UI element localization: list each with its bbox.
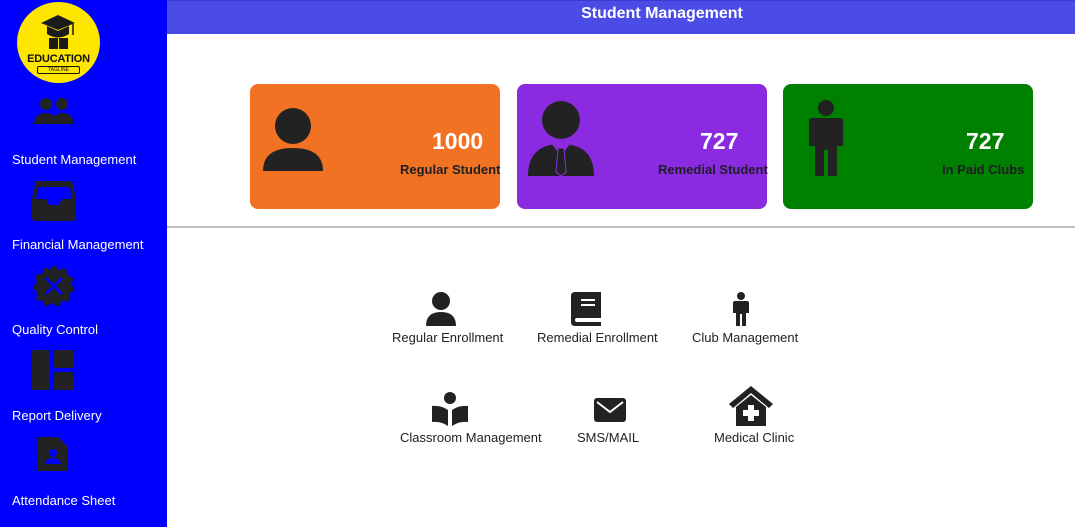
action-medical-clinic[interactable]: Medical Clinic bbox=[712, 386, 802, 448]
page-title: Student Management bbox=[581, 5, 743, 22]
page-header: Student Management bbox=[167, 0, 1075, 34]
stat-value: 1000 bbox=[432, 128, 484, 154]
action-regular-enrollment[interactable]: Regular Enrollment bbox=[390, 292, 508, 348]
brand-tagline: TAGLINE bbox=[37, 66, 80, 74]
clinic-icon bbox=[729, 386, 773, 426]
stat-value: 727 bbox=[700, 128, 739, 154]
action-sms-mail[interactable]: SMS/MAIL bbox=[575, 392, 645, 448]
envelope-icon bbox=[594, 398, 626, 422]
user-tie-icon bbox=[528, 101, 594, 176]
male-icon bbox=[733, 292, 749, 326]
stat-label: In Paid Clubs bbox=[942, 162, 1025, 177]
sidebar-item-label: Student Management bbox=[12, 152, 137, 167]
sidebar-item-attendance-sheet[interactable]: Attendance Sheet bbox=[0, 435, 167, 519]
user-icon bbox=[263, 108, 323, 171]
sidebar-item-label: Financial Management bbox=[12, 237, 144, 252]
male-icon bbox=[809, 100, 843, 176]
stat-label: Remedial Student bbox=[658, 162, 768, 177]
sidebar-item-student-management[interactable]: Student Management bbox=[0, 94, 167, 178]
action-remedial-enrollment[interactable]: Remedial Enrollment bbox=[535, 292, 663, 348]
action-label: Remedial Enrollment bbox=[537, 330, 658, 345]
section-divider bbox=[167, 226, 1075, 228]
sidebar-item-report-delivery[interactable]: Report Delivery bbox=[0, 350, 167, 434]
sidebar-item-label: Quality Control bbox=[12, 322, 98, 337]
action-classroom-management[interactable]: Classroom Management bbox=[398, 392, 548, 448]
stat-label: Regular Student bbox=[400, 162, 501, 177]
user-icon bbox=[426, 292, 456, 326]
sidebar: EDUCATION TAGLINE Student Management Fin… bbox=[0, 0, 167, 527]
action-club-management[interactable]: Club Management bbox=[690, 292, 805, 348]
stat-value: 727 bbox=[966, 128, 1005, 154]
stat-card-regular-student[interactable]: 1000 Regular Student bbox=[250, 84, 500, 209]
action-label: SMS/MAIL bbox=[577, 430, 640, 445]
sidebar-item-quality-control[interactable]: Quality Control bbox=[0, 264, 167, 348]
stat-card-remedial-student[interactable]: 727 Remedial Student bbox=[517, 84, 768, 209]
brand-logo[interactable]: EDUCATION TAGLINE bbox=[17, 2, 100, 83]
book-reader-icon bbox=[432, 392, 468, 426]
book-icon bbox=[571, 292, 601, 326]
sidebar-item-financial-management[interactable]: Financial Management bbox=[0, 179, 167, 263]
badge-tools-icon bbox=[33, 265, 75, 307]
sidebar-item-label: Report Delivery bbox=[12, 408, 102, 423]
action-label: Regular Enrollment bbox=[392, 330, 504, 345]
contact-file-icon bbox=[38, 437, 68, 471]
users-icon bbox=[34, 98, 74, 124]
dashboard-icon bbox=[32, 350, 74, 390]
stat-card-paid-clubs[interactable]: 727 In Paid Clubs bbox=[783, 84, 1033, 209]
action-label: Club Management bbox=[692, 330, 799, 345]
action-label: Medical Clinic bbox=[714, 430, 795, 445]
inbox-icon bbox=[32, 181, 76, 221]
action-label: Classroom Management bbox=[400, 430, 542, 445]
sidebar-item-label: Attendance Sheet bbox=[12, 493, 116, 508]
brand-title: EDUCATION bbox=[27, 53, 90, 65]
